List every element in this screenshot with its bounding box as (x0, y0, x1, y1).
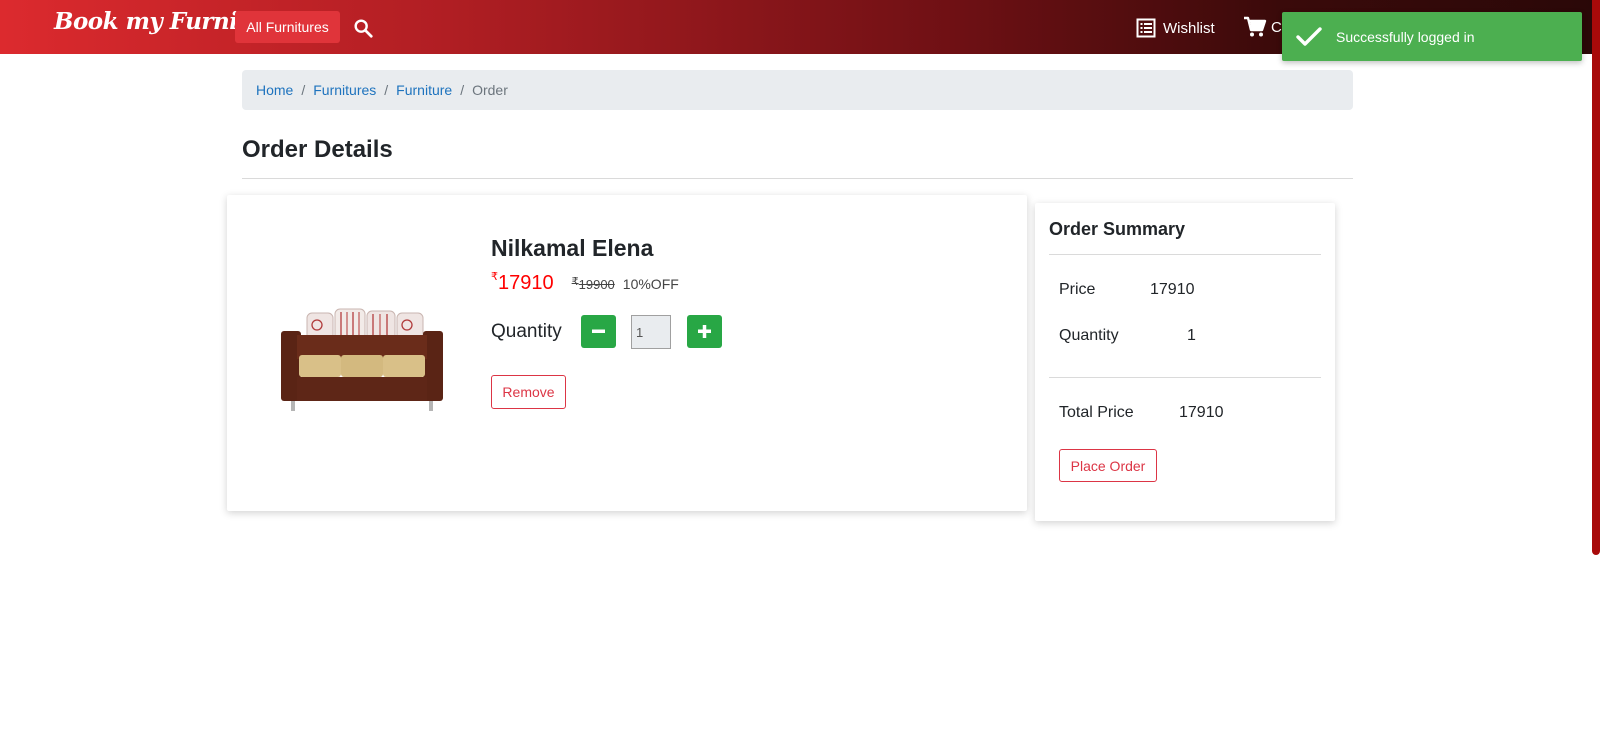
checkmark-icon (1296, 26, 1322, 46)
minus-icon (592, 329, 605, 333)
breadcrumb-furnitures[interactable]: Furnitures (313, 82, 376, 98)
discount-badge: 10%OFF (622, 276, 679, 292)
page-title: Order Details (242, 136, 393, 163)
quantity-input[interactable] (631, 315, 671, 349)
product-image[interactable] (277, 295, 447, 415)
original-price: ₹19900 (571, 276, 615, 292)
product-name[interactable]: Nilkamal Elena (491, 235, 653, 262)
cart-icon (1244, 16, 1267, 37)
quantity-label: Quantity (491, 321, 562, 342)
plus-icon (698, 325, 711, 338)
wishlist-link[interactable]: Wishlist (1136, 17, 1215, 39)
cart-label: C (1271, 18, 1282, 36)
summary-title: Order Summary (1049, 219, 1186, 239)
place-order-button[interactable]: Place Order (1059, 449, 1157, 482)
login-success-toast[interactable]: Successfully logged in (1282, 12, 1582, 61)
divider (1049, 377, 1321, 378)
breadcrumb-separator: / (301, 82, 306, 98)
divider (1049, 254, 1321, 255)
product-card: Nilkamal Elena ₹17910 ₹19900 10%OFF Quan… (227, 195, 1027, 511)
price-row: ₹17910 ₹19900 10%OFF (491, 271, 679, 295)
breadcrumb: Home / Furnitures / Furniture / Order (242, 70, 1353, 110)
decrease-quantity-button[interactable] (581, 315, 616, 348)
breadcrumb-furniture[interactable]: Furniture (396, 82, 452, 98)
wishlist-label: Wishlist (1163, 19, 1215, 37)
list-icon (1136, 18, 1156, 38)
scrollbar[interactable] (1592, 0, 1600, 555)
currency-symbol: ₹ (491, 271, 498, 283)
breadcrumb-separator: / (460, 82, 465, 98)
breadcrumb-home[interactable]: Home (256, 82, 293, 98)
increase-quantity-button[interactable] (687, 315, 722, 348)
all-furnitures-button[interactable]: All Furnitures (235, 11, 340, 43)
original-price-value: 19900 (578, 277, 615, 292)
summary-quantity-label: Quantity (1059, 327, 1119, 344)
selling-price-value: 17910 (498, 272, 554, 294)
search-icon[interactable] (352, 17, 374, 39)
selling-price: ₹17910 (491, 271, 554, 295)
summary-quantity-value: 1 (1187, 327, 1196, 344)
total-price-label: Total Price (1059, 404, 1134, 421)
divider (242, 178, 1353, 179)
total-price-value: 17910 (1179, 404, 1224, 421)
breadcrumb-separator: / (384, 82, 389, 98)
currency-symbol: ₹ (571, 276, 579, 288)
cart-link[interactable]: C (1243, 16, 1282, 38)
breadcrumb-current: Order (472, 82, 508, 98)
toast-message: Successfully logged in (1336, 28, 1475, 45)
remove-button[interactable]: Remove (491, 375, 566, 409)
order-summary-card: Order Summary Price 17910 Quantity 1 Tot… (1035, 203, 1335, 521)
summary-price-value: 17910 (1150, 281, 1195, 298)
summary-price-label: Price (1059, 281, 1096, 298)
